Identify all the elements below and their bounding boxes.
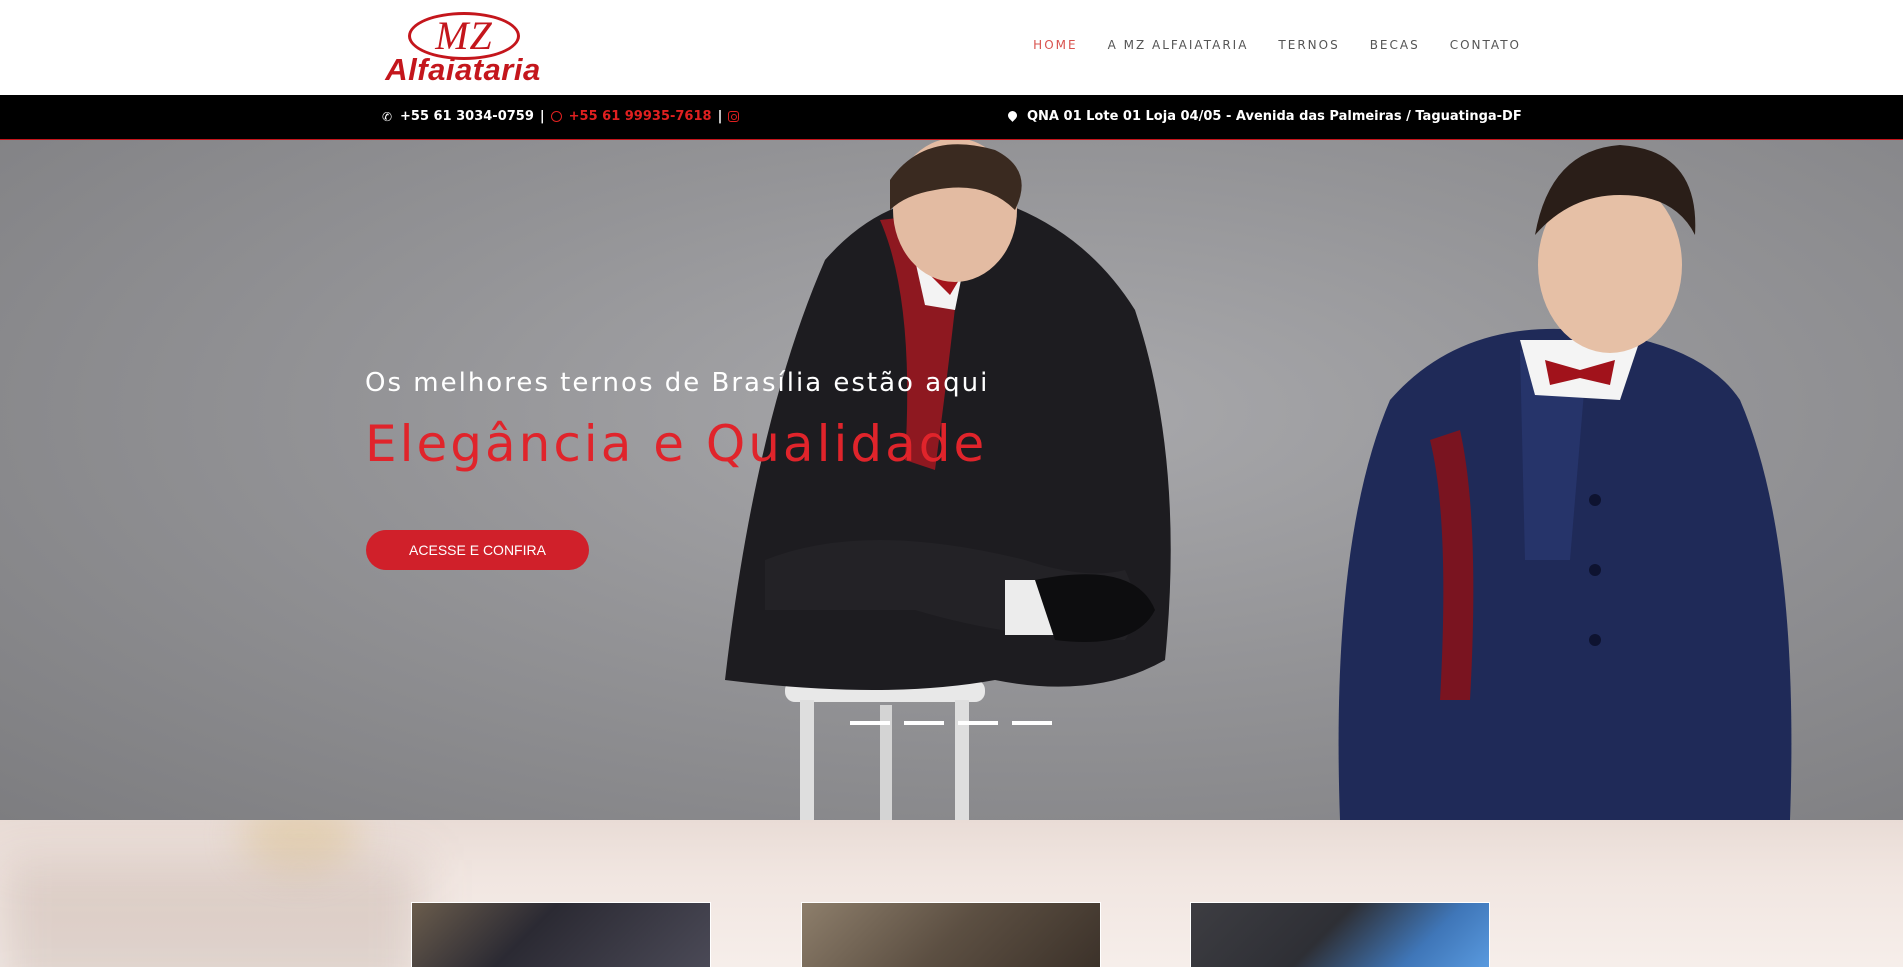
nav-home[interactable]: HOME <box>1033 38 1077 52</box>
slider-dot[interactable] <box>904 721 944 725</box>
contact-bar: ✆ +55 61 3034-0759 | +55 61 99935-7618 |… <box>0 95 1903 140</box>
logo-name: Alfaiataria <box>385 52 541 87</box>
hero-subtitle: Os melhores ternos de Brasília estão aqu… <box>365 368 990 398</box>
whatsapp-number[interactable]: +55 61 99935-7618 <box>569 109 712 124</box>
address-text: QNA 01 Lote 01 Loja 04/05 - Avenida das … <box>1027 109 1522 124</box>
contact-info: ✆ +55 61 3034-0759 | +55 61 99935-7618 | <box>380 109 740 124</box>
slider-dot[interactable] <box>1012 721 1052 725</box>
phone-icon: ✆ <box>381 109 393 124</box>
nav-contato[interactable]: CONTATO <box>1450 38 1521 52</box>
hero-image-boy-sitting <box>725 140 1171 820</box>
nav-ternos[interactable]: TERNOS <box>1278 38 1339 52</box>
logo[interactable]: MZ Alfaiataria <box>378 10 548 87</box>
service-card-tailoring[interactable] <box>801 902 1101 967</box>
service-card-accessories[interactable] <box>1190 902 1490 967</box>
address-info: QNA 01 Lote 01 Loja 04/05 - Avenida das … <box>1006 109 1522 124</box>
map-pin-icon <box>1006 109 1019 122</box>
nav-becas[interactable]: BECAS <box>1370 38 1420 52</box>
slider-dot[interactable] <box>958 721 998 725</box>
whatsapp-icon <box>550 111 562 122</box>
cta-button[interactable]: ACESSE E CONFIRA <box>366 530 589 570</box>
slider-pagination <box>850 721 1066 725</box>
separator: | <box>717 109 723 124</box>
main-nav: HOME A MZ ALFAIATARIA TERNOS BECAS CONTA… <box>1003 38 1521 52</box>
hero-slider[interactable]: Os melhores ternos de Brasília estão aqu… <box>0 140 1903 820</box>
service-card-ternos[interactable] <box>411 902 711 967</box>
instagram-icon[interactable] <box>728 111 740 122</box>
slider-dot[interactable] <box>850 721 890 725</box>
phone-number[interactable]: +55 61 3034-0759 <box>400 109 534 124</box>
background-decoration <box>0 860 420 967</box>
services-section <box>0 820 1903 967</box>
separator: | <box>539 109 545 124</box>
nav-about[interactable]: A MZ ALFAIATARIA <box>1108 38 1249 52</box>
hero-title: Elegância e Qualidade <box>365 415 988 473</box>
hero-image-boy-standing <box>1338 145 1792 820</box>
site-header: MZ Alfaiataria HOME A MZ ALFAIATARIA TER… <box>0 0 1903 95</box>
